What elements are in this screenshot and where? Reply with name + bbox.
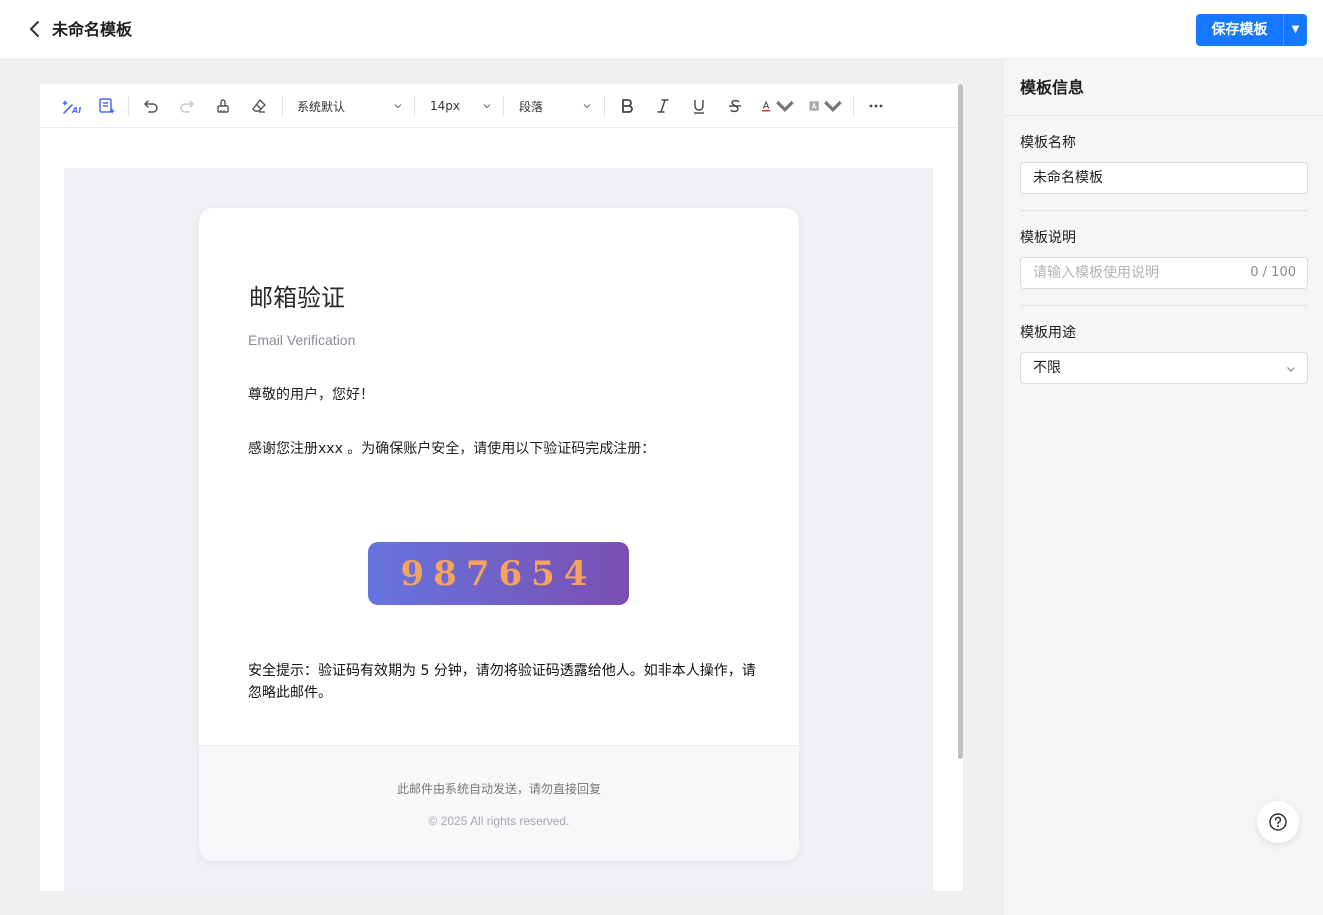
email-footer: 此邮件由系统自动发送，请勿直接回复 © 2025 All rights rese… bbox=[199, 745, 799, 861]
strikethrough-icon[interactable] bbox=[724, 95, 746, 117]
back-icon[interactable] bbox=[26, 18, 46, 40]
chevron-down-icon bbox=[583, 104, 591, 109]
template-name-input[interactable]: 未命名模板 bbox=[1020, 162, 1308, 194]
font-family-value: 系统默认 bbox=[297, 99, 346, 114]
top-header: 未命名模板 保存模板 ▼ bbox=[0, 0, 1323, 59]
format-painter-icon[interactable] bbox=[212, 95, 234, 117]
verification-code-box[interactable]: 987654 bbox=[368, 542, 629, 605]
template-desc-input[interactable]: 请输入模板使用说明 0 / 100 bbox=[1020, 257, 1308, 289]
editor-area: AI 系统默认 14px 段落 邮箱验证 Email Verification … bbox=[40, 84, 963, 891]
toolbar-divider bbox=[414, 96, 415, 116]
editor-toolbar: AI 系统默认 14px 段落 bbox=[40, 84, 957, 128]
panel-divider bbox=[1004, 115, 1323, 116]
email-subheading[interactable]: Email Verification bbox=[248, 331, 355, 349]
page-title: 未命名模板 bbox=[52, 20, 133, 39]
email-canvas: 邮箱验证 Email Verification 尊敬的用户，您好！ 感谢您注册x… bbox=[64, 168, 933, 891]
save-template-button[interactable]: 保存模板 bbox=[1196, 14, 1284, 46]
chevron-down-icon bbox=[1287, 367, 1295, 372]
more-icon[interactable] bbox=[865, 95, 887, 117]
template-desc-placeholder: 请输入模板使用说明 bbox=[1033, 265, 1159, 281]
font-size-value: 14px bbox=[430, 99, 460, 113]
highlight-color-icon[interactable] bbox=[808, 95, 846, 117]
bold-icon[interactable] bbox=[616, 95, 638, 117]
redo-icon[interactable] bbox=[176, 95, 198, 117]
toolbar-divider bbox=[853, 96, 854, 116]
undo-icon[interactable] bbox=[140, 95, 162, 117]
verification-code: 987654 bbox=[400, 553, 597, 594]
panel-title: 模板信息 bbox=[1020, 78, 1085, 97]
template-icon[interactable] bbox=[96, 95, 118, 117]
toolbar-divider bbox=[282, 96, 283, 116]
auto-send-note[interactable]: 此邮件由系统自动发送，请勿直接回复 bbox=[199, 780, 799, 798]
email-card: 邮箱验证 Email Verification 尊敬的用户，您好！ 感谢您注册x… bbox=[199, 208, 799, 861]
save-button-group: 保存模板 ▼ bbox=[1196, 14, 1307, 46]
template-usage-value: 不限 bbox=[1033, 360, 1061, 376]
template-name-value: 未命名模板 bbox=[1033, 170, 1103, 186]
template-desc-label: 模板说明 bbox=[1020, 230, 1076, 246]
svg-text:AI: AI bbox=[71, 106, 81, 115]
paragraph-select[interactable]: 段落 bbox=[519, 95, 592, 117]
font-family-select[interactable]: 系统默认 bbox=[297, 95, 403, 117]
toolbar-divider bbox=[503, 96, 504, 116]
underline-icon[interactable] bbox=[688, 95, 710, 117]
font-size-select[interactable]: 14px bbox=[430, 95, 492, 117]
field-divider bbox=[1020, 210, 1308, 211]
char-counter: 0 / 100 bbox=[1250, 265, 1296, 280]
security-tip[interactable]: 安全提示：验证码有效期为 5 分钟，请勿将验证码透露给他人。如非本人操作，请忽略… bbox=[248, 660, 758, 704]
copyright-text[interactable]: © 2025 All rights reserved. bbox=[199, 812, 799, 830]
chevron-down-icon bbox=[394, 104, 402, 109]
email-body-text[interactable]: 感谢您注册xxx 。为确保账户安全，请使用以下验证码完成注册： bbox=[248, 439, 655, 459]
italic-icon[interactable] bbox=[652, 95, 674, 117]
editor-scrollbar[interactable] bbox=[958, 84, 963, 759]
toolbar-divider bbox=[128, 96, 129, 116]
paragraph-value: 段落 bbox=[519, 99, 544, 114]
ai-write-icon[interactable]: AI bbox=[60, 95, 82, 117]
toolbar-divider bbox=[604, 96, 605, 116]
clear-format-icon[interactable] bbox=[248, 95, 270, 117]
template-info-panel: 模板信息 模板名称 未命名模板 模板说明 请输入模板使用说明 0 / 100 模… bbox=[1003, 59, 1323, 915]
chevron-down-icon bbox=[483, 104, 491, 109]
save-dropdown-button[interactable]: ▼ bbox=[1284, 14, 1307, 46]
email-heading[interactable]: 邮箱验证 bbox=[249, 283, 345, 313]
template-name-label: 模板名称 bbox=[1020, 135, 1076, 151]
email-greeting[interactable]: 尊敬的用户，您好！ bbox=[248, 385, 374, 405]
template-usage-select[interactable]: 不限 bbox=[1020, 352, 1308, 384]
field-divider bbox=[1020, 305, 1308, 306]
template-usage-label: 模板用途 bbox=[1020, 325, 1076, 341]
font-color-icon[interactable] bbox=[760, 95, 798, 117]
help-icon[interactable] bbox=[1257, 801, 1299, 843]
